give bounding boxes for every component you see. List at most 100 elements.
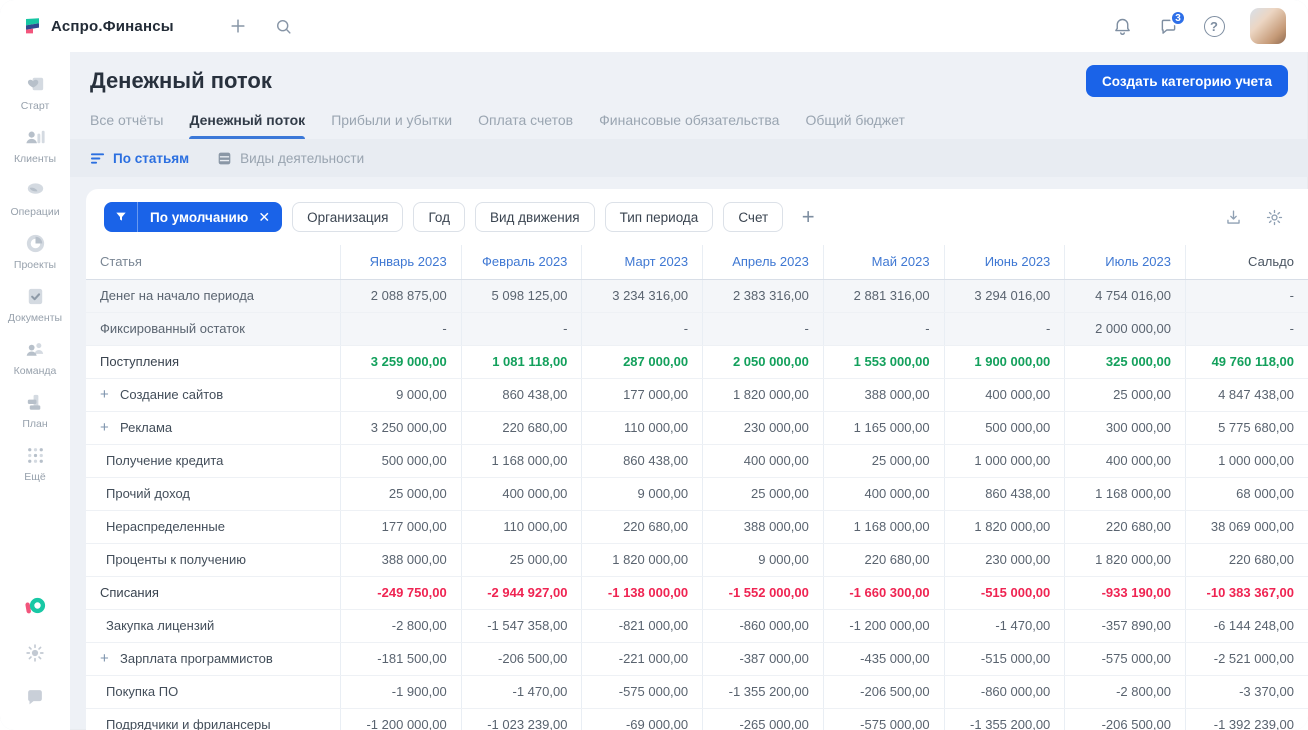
cell-value: -1 023 239,00	[460, 709, 582, 730]
cell-saldo: 68 000,00	[1185, 478, 1308, 510]
table-row[interactable]: + Создание сайтов 9 000,00 860 438,00 177 00…	[86, 379, 1308, 412]
expand-row-icon[interactable]: +	[100, 387, 113, 402]
table-row[interactable]: Фиксированный остаток - - - - - -2 000 000,00-	[86, 313, 1308, 346]
tab-3[interactable]: Прибыли и убытки	[331, 112, 452, 139]
cell-value: -1 900,00	[340, 676, 461, 708]
cell-value: 2 088 875,00	[340, 280, 461, 312]
notifications-button[interactable]	[1106, 10, 1138, 42]
cell-value: -	[340, 313, 461, 345]
row-label-cell: Списания	[86, 577, 340, 609]
sidebar-item-3[interactable]: Операции	[2, 172, 68, 225]
table-row[interactable]: + Зарплата программистов -181 500,00 -206 5…	[86, 643, 1308, 676]
table-row[interactable]: Прочий доход 25 000,00 400 000,00 9 000,00 2…	[86, 478, 1308, 511]
export-button[interactable]	[1220, 204, 1247, 231]
team-icon	[24, 338, 47, 361]
table-row[interactable]: Подрядчики и фрилансеры -1 200 000,00 -1 0…	[86, 709, 1308, 730]
cell-value: 220 680,00	[1064, 511, 1185, 543]
create-category-button[interactable]: Создать категорию учета	[1086, 65, 1288, 97]
table-row[interactable]: Закупка лицензий -2 800,00 -1 547 358,00 -8…	[86, 610, 1308, 643]
sidebar-item-6[interactable]: Команда	[2, 331, 68, 384]
cell-value: 860 438,00	[460, 379, 582, 411]
avatar[interactable]	[1250, 8, 1286, 44]
main-content: Денежный поток Создать категорию учета В…	[70, 52, 1308, 730]
cell-value: -575 000,00	[581, 676, 702, 708]
sidebar-item-5[interactable]: Документы	[2, 278, 68, 331]
filter-chip-1[interactable]: Организация	[292, 202, 404, 232]
projects-icon	[24, 232, 47, 255]
cell-value: 25 000,00	[822, 445, 944, 477]
table-row[interactable]: Денег на начало периода 2 088 875,00 5 098…	[86, 280, 1308, 313]
sidebar-item-4[interactable]: Проекты	[2, 225, 68, 278]
column-header-month[interactable]: Июнь 2023	[943, 245, 1065, 279]
table-row[interactable]: Покупка ПО -1 900,00 -1 470,00 -575 000,00-…	[86, 676, 1308, 709]
page-title: Денежный поток	[90, 68, 272, 93]
filter-chip-3[interactable]: Вид движения	[474, 202, 595, 232]
expand-row-icon[interactable]: +	[100, 651, 113, 666]
active-filter-chip[interactable]: По умолчанию ✕	[104, 202, 283, 232]
column-header-month[interactable]: Июль 2023	[1064, 245, 1185, 279]
column-header-month[interactable]: Февраль 2023	[460, 245, 582, 279]
sidebar-nav: Старт Клиенты Операции Проекты Документы…	[2, 66, 68, 490]
settings-icon[interactable]	[24, 642, 46, 664]
subtab-activity-types[interactable]: Виды деятельности	[217, 151, 364, 166]
cell-value: -860 000,00	[943, 676, 1065, 708]
help-icon: ?	[1203, 15, 1225, 37]
documents-icon	[24, 285, 47, 308]
table-row[interactable]: Получение кредита 500 000,00 1 168 000,00 8…	[86, 445, 1308, 478]
tab-6[interactable]: Общий бюджет	[805, 112, 904, 139]
expand-row-icon[interactable]: +	[100, 420, 113, 435]
cell-value: 177 000,00	[581, 379, 702, 411]
cell-value: 1 900 000,00	[943, 346, 1065, 378]
add-filter-button[interactable]: +	[793, 202, 823, 232]
cell-value: -265 000,00	[702, 709, 823, 730]
tab-1[interactable]: Все отчёты	[90, 112, 163, 139]
table-row[interactable]: Нераспределенные 177 000,00 110 000,00 220 …	[86, 511, 1308, 544]
table-row[interactable]: Списания -249 750,00 -2 944 927,00 -1 138 0…	[86, 577, 1308, 610]
cell-saldo: -1 392 239,00	[1185, 709, 1308, 730]
help-button[interactable]: ?	[1198, 10, 1230, 42]
cell-value: 300 000,00	[1064, 412, 1185, 444]
cell-value: -1 200 000,00	[340, 709, 461, 730]
sidebar-item-label: Проекты	[13, 259, 57, 271]
subtab-by-items[interactable]: По статьям	[90, 151, 189, 166]
table-row[interactable]: Проценты к получению 388 000,00 25 000,00 1…	[86, 544, 1308, 577]
column-header-month[interactable]: Апрель 2023	[702, 245, 823, 279]
cell-value: -387 000,00	[702, 643, 823, 675]
column-header-month[interactable]: Май 2023	[822, 245, 944, 279]
brand[interactable]: Аспро.Финансы	[22, 16, 174, 36]
add-button[interactable]	[222, 10, 254, 42]
filter-chip-5[interactable]: Счет	[723, 202, 784, 232]
tab-5[interactable]: Финансовые обязательства	[599, 112, 779, 139]
search-button[interactable]	[268, 10, 300, 42]
cell-value: -181 500,00	[340, 643, 461, 675]
table-row[interactable]: Поступления 3 259 000,00 1 081 118,00 287 0…	[86, 346, 1308, 379]
column-header-month[interactable]: Март 2023	[581, 245, 702, 279]
sidebar-item-label: Клиенты	[13, 153, 57, 165]
view-switch: По статьям Виды деятельности	[70, 139, 1308, 177]
sidebar-item-7[interactable]: План	[2, 384, 68, 437]
cell-value: 1 168 000,00	[1064, 478, 1185, 510]
operations-icon	[24, 179, 47, 202]
tab-4[interactable]: Оплата счетов	[478, 112, 573, 139]
filter-chip-4[interactable]: Тип периода	[604, 202, 714, 232]
row-label-cell: Проценты к получению	[86, 544, 340, 576]
messages-button[interactable]: 3	[1152, 10, 1186, 42]
aspro-logo-icon[interactable]	[22, 594, 48, 620]
cell-saldo: -	[1185, 313, 1308, 345]
messages-badge: 3	[1170, 10, 1186, 26]
table-settings-button[interactable]	[1261, 204, 1288, 231]
column-header-month[interactable]: Январь 2023	[340, 245, 461, 279]
table-row[interactable]: + Реклама 3 250 000,00 220 680,00 110 000,00…	[86, 412, 1308, 445]
row-label-cell: Нераспределенные	[86, 511, 340, 543]
sidebar-item-8[interactable]: Ещё	[2, 437, 68, 490]
cell-value: 3 234 316,00	[581, 280, 702, 312]
sidebar-item-2[interactable]: Клиенты	[2, 119, 68, 172]
active-filter-label: По умолчанию	[150, 209, 249, 225]
cell-value: 388 000,00	[822, 379, 944, 411]
filter-chip-2[interactable]: Год	[413, 202, 465, 232]
tab-2[interactable]: Денежный поток	[189, 112, 305, 139]
support-chat-icon[interactable]	[24, 686, 46, 708]
row-label-cell: Закупка лицензий	[86, 610, 340, 642]
remove-filter-icon[interactable]: ✕	[256, 209, 282, 226]
sidebar-item-1[interactable]: Старт	[2, 66, 68, 119]
